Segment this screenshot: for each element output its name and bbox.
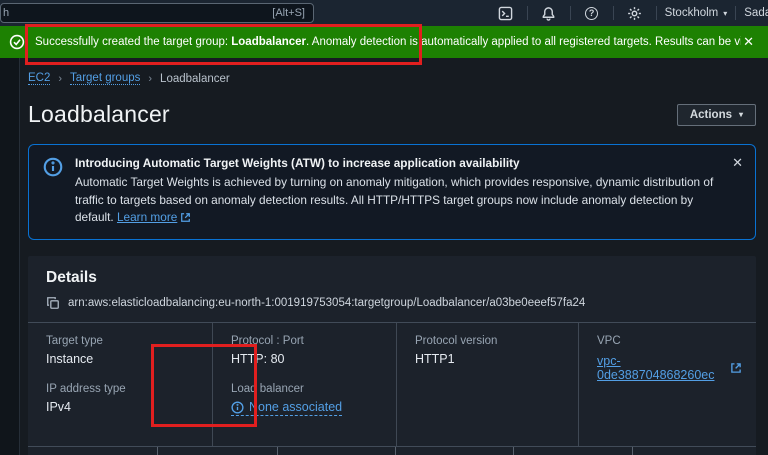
copy-arn-button[interactable] (46, 296, 60, 310)
actions-button[interactable]: Actions ▾ (676, 103, 756, 126)
flash-dismiss-button[interactable]: ✕ (741, 34, 756, 50)
field-ip-address-type: IP address type IPv4 (46, 383, 198, 414)
info-banner-close-button[interactable]: ✕ (732, 155, 743, 171)
attributes-grid: Target type Instance IP address type IPv… (28, 323, 756, 446)
collapsed-side-nav-rail (0, 58, 20, 455)
flash-message: Successfully created the target group: L… (35, 36, 741, 48)
search-input[interactable]: h [Alt+S] (0, 3, 314, 23)
field-label: Protocol : Port (231, 335, 304, 348)
attributes-col-2: Protocol : Port HTTP: 80 Load balancer N… (212, 323, 396, 446)
field-label: VPC (597, 335, 621, 348)
breadcrumb: EC2 › Target groups › Loadbalancer (28, 72, 760, 85)
stat-healthy: 0 Healthy 0 Anomalous (157, 446, 277, 455)
success-check-icon (9, 34, 25, 50)
topbar-divider (526, 6, 528, 20)
region-label: Stockholm (664, 7, 719, 19)
chevron-down-icon: ▾ (723, 8, 728, 18)
chevron-right-icon: › (58, 72, 63, 85)
attributes-col-3: Protocol version HTTP1 (396, 323, 578, 446)
external-link-icon (730, 362, 742, 374)
flash-text: . Anomaly detection is automatically app… (306, 36, 741, 48)
attributes-col-1: Target type Instance IP address type IPv… (28, 323, 212, 446)
chevron-right-icon: › (148, 72, 153, 85)
atw-info-banner: Introducing Automatic Target Weights (AT… (28, 144, 756, 241)
settings-gear-icon[interactable] (622, 0, 648, 26)
learn-more-link[interactable]: Learn more (117, 210, 177, 224)
field-value: HTTP: 80 (231, 352, 285, 367)
flash-target-group-name: Loadbalancer (231, 36, 307, 48)
vpc-id: vpc-0de388704868260ec (597, 354, 715, 383)
info-small-icon (231, 401, 244, 414)
field-target-type: Target type Instance (46, 335, 198, 366)
question-glyph: ? (585, 6, 599, 20)
info-banner-body: Automatic Target Weights is achieved by … (75, 174, 721, 227)
arn-text: arn:aws:elasticloadbalancing:eu-north-1:… (68, 297, 586, 310)
info-icon (43, 157, 63, 227)
page-title: Loadbalancer (28, 101, 170, 127)
stat-unhealthy: 0 Unhealthy (277, 446, 395, 455)
external-link-icon (180, 212, 191, 223)
details-card: Details arn:aws:elasticloadbalancing:eu-… (28, 256, 756, 455)
attributes-col-4: VPC vpc-0de388704868260ec (578, 323, 756, 446)
screen: h [Alt+S] ? Stockholm ▾ Sada Successfull… (0, 0, 768, 455)
stat-draining: 0 Draining (632, 446, 756, 455)
page-header: Loadbalancer Actions ▾ (28, 101, 760, 128)
main-panel: EC2 › Target groups › Loadbalancer Loadb… (20, 58, 768, 455)
field-value: HTTP1 (415, 352, 455, 367)
field-label: IP address type (46, 383, 126, 396)
user-menu[interactable]: Sada S (744, 7, 768, 19)
search-text: h (3, 7, 10, 19)
info-banner-content: Introducing Automatic Target Weights (AT… (75, 156, 721, 227)
success-flashbar: Successfully created the target group: L… (0, 26, 768, 58)
chevron-down-icon: ▾ (738, 110, 743, 119)
field-vpc: VPC vpc-0de388704868260ec (597, 335, 742, 382)
topbar-divider (612, 6, 614, 20)
field-value: Instance (46, 352, 94, 367)
actions-label: Actions (689, 108, 732, 121)
field-label: Load balancer (231, 383, 304, 396)
vpc-link[interactable]: vpc-0de388704868260ec (597, 354, 742, 382)
notifications-bell-icon[interactable] (536, 0, 562, 26)
stat-initial: 0 Initial (513, 446, 632, 455)
region-selector[interactable]: Stockholm ▾ (665, 7, 728, 19)
info-banner-title: Introducing Automatic Target Weights (AT… (75, 156, 520, 170)
cloudshell-icon[interactable] (493, 0, 519, 26)
load-balancer-value: None associated (249, 400, 343, 415)
field-protocol-version: Protocol version HTTP1 (415, 335, 564, 366)
arn-row: arn:aws:elasticloadbalancing:eu-north-1:… (28, 289, 756, 322)
field-label: Protocol version (415, 335, 498, 348)
field-protocol-port: Protocol : Port HTTP: 80 (231, 335, 382, 366)
field-value: IPv4 (46, 400, 72, 415)
breadcrumb-ec2[interactable]: EC2 (28, 72, 51, 85)
target-health-stats: 1 Total targets 0 Healthy 0 Anomalous (28, 446, 756, 455)
field-label: Target type (46, 335, 103, 348)
search-shortcut: [Alt+S] (272, 7, 305, 19)
flash-text: Successfully created the target group: (35, 36, 232, 48)
topbar-divider (735, 6, 737, 20)
content-area: EC2 › Target groups › Loadbalancer Loadb… (0, 58, 768, 455)
none-associated-trigger[interactable]: None associated (231, 400, 343, 417)
stat-total-targets: 1 Total targets (28, 447, 157, 455)
help-icon[interactable]: ? (579, 0, 605, 26)
topbar-divider (569, 6, 571, 20)
breadcrumb-target-groups[interactable]: Target groups (70, 72, 141, 85)
field-load-balancer: Load balancer None associated (231, 383, 382, 419)
details-heading: Details (46, 269, 97, 287)
topbar-utilities: ? Stockholm ▾ Sada S (493, 0, 768, 26)
stat-unused: 1 Unused (395, 446, 513, 455)
breadcrumb-current: Loadbalancer (160, 72, 230, 85)
top-navigation: h [Alt+S] ? Stockholm ▾ Sada (0, 0, 768, 26)
topbar-divider (655, 6, 657, 20)
